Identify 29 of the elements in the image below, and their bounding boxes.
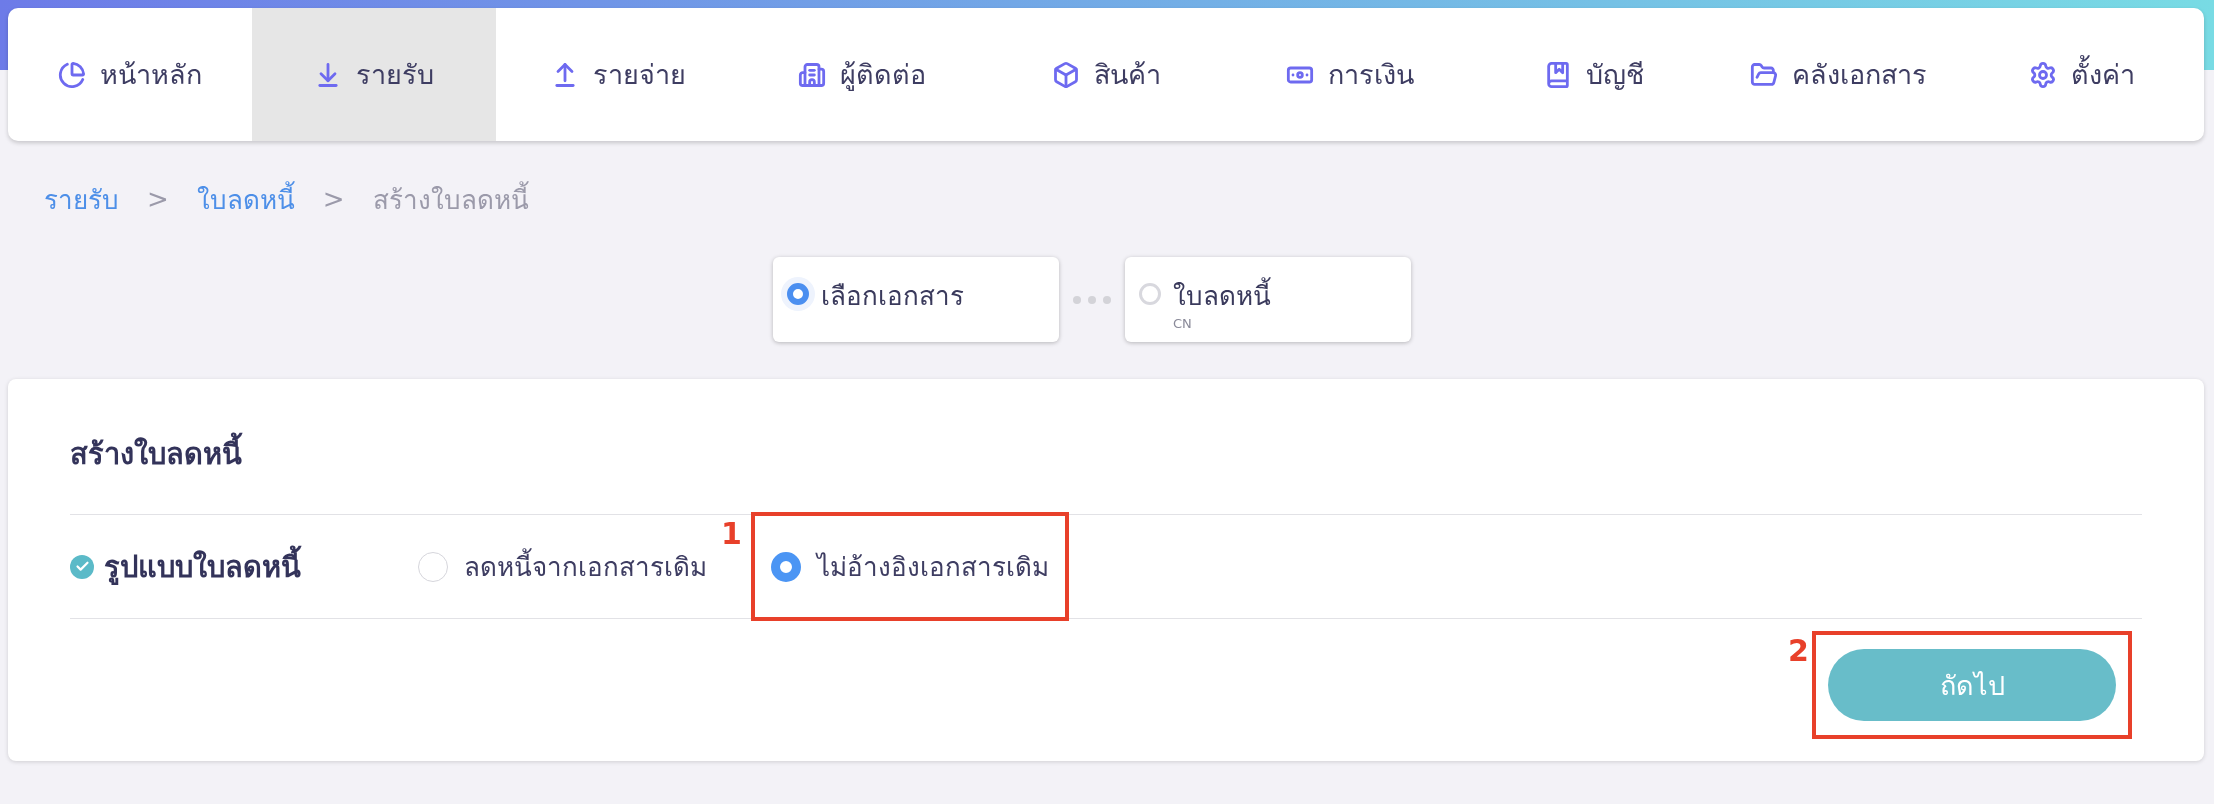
radio-button[interactable] xyxy=(771,551,801,582)
breadcrumb-current: สร้างใบลดหนี้ xyxy=(372,178,529,220)
nav-tab[interactable]: การเงิน xyxy=(1228,8,1472,141)
nav-tab[interactable]: สินค้า xyxy=(984,8,1228,141)
nav-tab[interactable]: หน้าหลัก xyxy=(8,8,252,141)
chart-icon xyxy=(58,60,86,89)
form-title: สร้างใบลดหนี้ xyxy=(70,379,2142,501)
breadcrumb-separator: > xyxy=(322,184,345,214)
step-connector xyxy=(1073,295,1111,304)
annotation-number: 2 xyxy=(1788,633,1809,668)
annotation-number: 1 xyxy=(721,516,742,551)
nav-tab[interactable]: รายจ่าย xyxy=(496,8,740,141)
building-icon xyxy=(798,60,826,89)
nav-tab[interactable]: ผู้ติดต่อ xyxy=(740,8,984,141)
box-icon xyxy=(1051,60,1080,89)
radio-option[interactable]: ไม่อ้างอิงเอกสารเดิม xyxy=(771,546,1049,587)
breadcrumb-separator: > xyxy=(147,184,169,214)
nav-tab[interactable]: คลังเอกสาร xyxy=(1716,8,1960,141)
step-sublabel: CN xyxy=(1173,316,1193,331)
book-icon xyxy=(1544,60,1572,89)
radio-option[interactable]: ลดหนี้จากเอกสารเดิม xyxy=(418,546,707,587)
settings-icon xyxy=(2029,60,2057,89)
step-label: เลือกเอกสาร xyxy=(821,280,964,313)
nav-tab[interactable]: ตั้งค่า xyxy=(1960,8,2204,141)
nav-tab[interactable]: รายรับ xyxy=(252,8,496,141)
folder-icon xyxy=(1749,60,1778,89)
step-label: ใบลดหนี้ xyxy=(1173,275,1271,316)
field-label: รูปแบบใบลดหนี้ xyxy=(104,543,301,590)
nav-tab[interactable]: บัญชี xyxy=(1472,8,1716,141)
